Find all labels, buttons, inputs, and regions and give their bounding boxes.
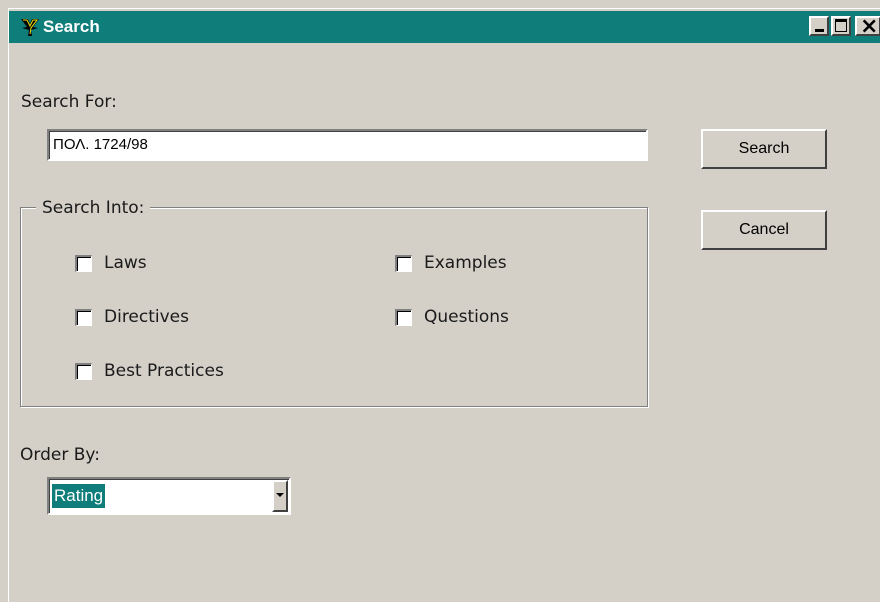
search-for-label: Search For: bbox=[21, 92, 117, 112]
order-by-selected-value[interactable]: Rating bbox=[52, 484, 106, 508]
checkbox-best-practices-box[interactable] bbox=[75, 362, 92, 380]
cancel-button[interactable]: Cancel bbox=[701, 210, 827, 250]
search-input[interactable] bbox=[47, 129, 648, 161]
checkbox-directives[interactable]: Directives bbox=[75, 307, 189, 327]
order-by-select[interactable]: Rating bbox=[47, 477, 291, 515]
checkbox-laws-box[interactable] bbox=[75, 254, 92, 272]
minimize-button[interactable] bbox=[809, 16, 829, 36]
maximize-button[interactable] bbox=[831, 16, 851, 36]
checkbox-examples-label[interactable]: Examples bbox=[424, 253, 507, 273]
checkbox-examples-box[interactable] bbox=[395, 254, 412, 272]
checkbox-questions[interactable]: Questions bbox=[395, 307, 509, 327]
close-button[interactable] bbox=[855, 14, 880, 39]
checkbox-best-practices[interactable]: Best Practices bbox=[75, 361, 224, 381]
checkbox-questions-box[interactable] bbox=[395, 308, 412, 326]
chevron-down-icon[interactable] bbox=[272, 480, 288, 512]
checkbox-laws-label[interactable]: Laws bbox=[104, 253, 147, 273]
checkbox-directives-box[interactable] bbox=[75, 308, 92, 326]
window-title: Search bbox=[43, 17, 100, 36]
title-bar[interactable]: Search bbox=[9, 11, 880, 43]
checkbox-best-practices-label[interactable]: Best Practices bbox=[104, 361, 224, 381]
search-input-field[interactable] bbox=[53, 136, 643, 153]
search-into-legend: Search Into: bbox=[36, 198, 151, 218]
checkbox-directives-label[interactable]: Directives bbox=[104, 307, 189, 327]
order-by-label: Order By: bbox=[20, 445, 100, 465]
checkbox-questions-label[interactable]: Questions bbox=[424, 307, 509, 327]
app-logo-icon bbox=[21, 19, 39, 36]
search-button[interactable]: Search bbox=[701, 129, 827, 169]
checkbox-laws[interactable]: Laws bbox=[75, 253, 147, 273]
checkbox-examples[interactable]: Examples bbox=[395, 253, 507, 273]
